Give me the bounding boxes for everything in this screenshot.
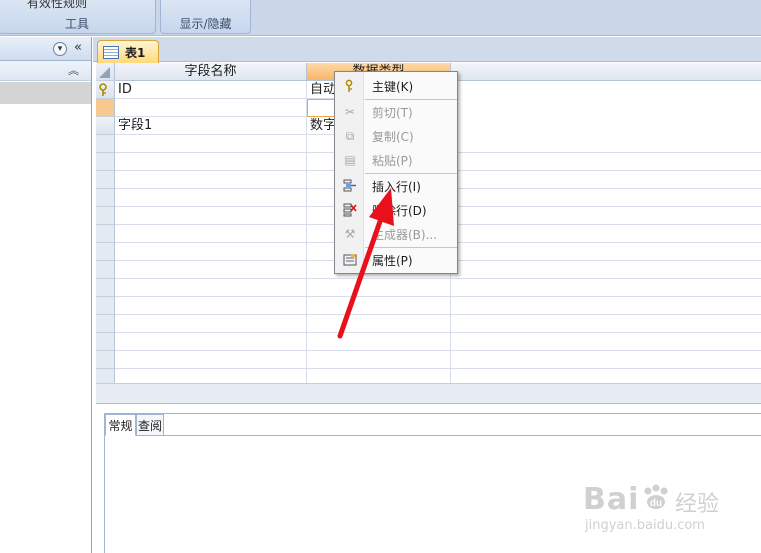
annotation-arrow [337, 188, 394, 339]
watermark-url: jingyan.baidu.com [585, 518, 705, 533]
watermark-brand: Bai [583, 482, 640, 517]
svg-text:du: du [650, 498, 662, 509]
paw-logo-icon: du [640, 484, 674, 512]
tab-general[interactable]: 常规 [105, 414, 136, 436]
watermark: Bai du 经验 jingyan.baidu.com [583, 480, 753, 540]
watermark-suffix: 经验 [675, 492, 720, 517]
